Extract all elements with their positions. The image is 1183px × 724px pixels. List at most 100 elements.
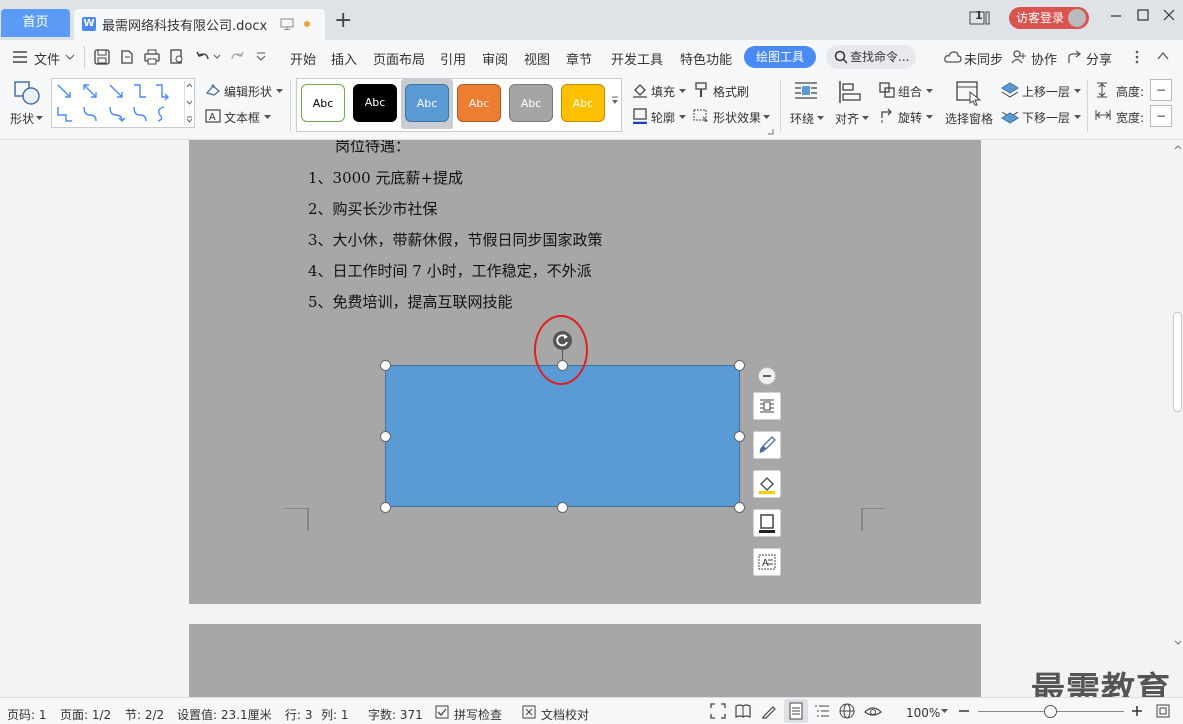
wrap-dropdown-icon[interactable] (817, 116, 824, 121)
print-icon[interactable] (144, 49, 160, 65)
resize-handle-se[interactable] (734, 502, 745, 513)
resize-handle-w[interactable] (380, 431, 391, 442)
group-dropdown-icon[interactable] (926, 89, 933, 94)
shape-effect-icon[interactable] (693, 108, 709, 124)
layout-options-icon[interactable] (753, 392, 781, 420)
format-painter-icon[interactable] (694, 82, 708, 98)
reading-mode-icon[interactable] (735, 703, 751, 719)
proofread-button[interactable]: 文档校对 (541, 706, 589, 723)
status-setting[interactable]: 设置值: 23.1厘米 (177, 706, 272, 723)
rotate-icon[interactable] (879, 108, 895, 124)
bring-forward-dropdown-icon[interactable] (1074, 89, 1081, 94)
page-view-button[interactable] (784, 699, 808, 723)
tab-review[interactable]: 审阅 (482, 49, 508, 68)
text-box-button[interactable]: 文本框 (224, 109, 260, 126)
undo-icon[interactable] (195, 49, 211, 65)
eye-protection-icon[interactable] (864, 703, 882, 719)
group-button[interactable]: 组合 (898, 83, 922, 100)
tab-section[interactable]: 章节 (566, 49, 592, 68)
quick-access-more-icon[interactable] (256, 52, 266, 62)
send-backward-dropdown-icon[interactable] (1074, 115, 1081, 120)
bring-forward-button[interactable]: 上移一层 (1022, 83, 1070, 100)
status-row[interactable]: 行: 3 (285, 706, 313, 723)
zoom-slider-thumb[interactable] (1044, 705, 1057, 718)
share-icon[interactable] (1067, 49, 1083, 65)
spell-check-button[interactable]: 拼写检查 (454, 706, 502, 723)
visitor-login-button[interactable]: 访客登录 (1009, 7, 1089, 29)
minimize-icon[interactable] (1110, 8, 1122, 22)
resize-handle-ne[interactable] (734, 360, 745, 371)
sync-status[interactable]: 未同步 (964, 49, 1003, 68)
resize-handle-sw[interactable] (380, 502, 391, 513)
web-view-icon[interactable] (839, 703, 855, 719)
page-2[interactable] (189, 624, 981, 697)
edit-shape-button[interactable]: 编辑形状 (224, 83, 272, 100)
zoom-out-icon[interactable] (958, 705, 970, 717)
shape-dropdown-icon[interactable] (36, 116, 43, 121)
status-section[interactable]: 节: 2/2 (125, 706, 164, 723)
brush-style-icon[interactable] (753, 431, 781, 459)
vertical-scroll-thumb[interactable] (1173, 312, 1182, 412)
text-wrap-icon[interactable]: A (753, 548, 781, 576)
height-decrement-button[interactable]: − (1150, 79, 1172, 101)
align-icon[interactable] (838, 80, 862, 104)
resize-handle-n[interactable] (557, 360, 568, 371)
selection-pane-button[interactable]: 选择窗格 (945, 110, 993, 127)
rectangle-shape[interactable] (385, 365, 740, 507)
shape-icon[interactable] (13, 80, 41, 106)
outline-icon[interactable] (632, 108, 648, 124)
tab-insert[interactable]: 插入 (331, 49, 357, 68)
width-decrement-button[interactable]: − (1150, 105, 1172, 127)
outline-button[interactable]: 轮廓 (651, 109, 675, 126)
collapse-toolbar-icon[interactable] (758, 367, 776, 385)
collaborate-button[interactable]: 协作 (1031, 49, 1057, 68)
bring-forward-icon[interactable] (1001, 81, 1019, 99)
status-page[interactable]: 页码: 1 (7, 706, 47, 723)
connector-shapes-icon[interactable] (52, 79, 182, 127)
send-backward-button[interactable]: 下移一层 (1022, 109, 1070, 126)
redo-icon[interactable] (229, 49, 245, 65)
outline-view-icon[interactable] (814, 703, 830, 719)
status-word-count[interactable]: 字数: 371 (368, 706, 423, 723)
status-col[interactable]: 列: 1 (321, 706, 349, 723)
spell-check-icon[interactable] (435, 705, 449, 719)
zoom-in-icon[interactable] (1131, 705, 1143, 717)
export-icon[interactable] (119, 49, 135, 65)
rotate-button[interactable]: 旋转 (898, 109, 922, 126)
tab-document[interactable]: W 最需网络科技有限公司.docx (74, 9, 325, 40)
tab-page-layout[interactable]: 页面布局 (373, 49, 425, 68)
shape-gallery[interactable] (51, 78, 195, 128)
edit-shape-dropdown-icon[interactable] (276, 89, 283, 94)
style-preset-2[interactable]: Abc (353, 84, 397, 122)
new-tab-button[interactable]: + (334, 9, 352, 33)
collaborate-icon[interactable] (1011, 49, 1027, 65)
status-pages[interactable]: 页面: 1/2 (60, 706, 111, 723)
cloud-sync-icon[interactable] (944, 50, 962, 64)
style-preset-3[interactable]: Abc (405, 84, 449, 122)
style-preset-5[interactable]: Abc (509, 84, 553, 122)
resize-handle-nw[interactable] (380, 360, 391, 371)
resize-handle-s[interactable] (557, 502, 568, 513)
zoom-level[interactable]: 100% (906, 706, 940, 720)
wrap-button[interactable]: 环绕 (790, 110, 814, 127)
maximize-icon[interactable] (1137, 8, 1149, 22)
wrap-icon[interactable] (794, 80, 818, 104)
shape-button-label[interactable]: 形状 (10, 110, 34, 127)
menu-file[interactable]: 文件 (34, 49, 60, 68)
text-box-dropdown-icon[interactable] (264, 115, 271, 120)
format-painter-button[interactable]: 格式刷 (713, 83, 749, 100)
resize-handle-e[interactable] (734, 431, 745, 442)
gallery-scroll[interactable] (184, 81, 193, 125)
hamburger-icon[interactable] (13, 51, 27, 63)
scroll-up-icon[interactable] (1174, 144, 1182, 150)
collapse-ribbon-icon[interactable] (1157, 51, 1169, 61)
proofread-icon[interactable] (522, 705, 536, 719)
text-box-icon[interactable]: A (205, 109, 221, 123)
fill-color-icon[interactable] (753, 470, 781, 498)
chevron-down-icon[interactable] (65, 53, 75, 61)
save-icon[interactable] (94, 49, 110, 65)
tab-home[interactable]: 首页 (1, 9, 70, 37)
share-button[interactable]: 分享 (1086, 49, 1112, 68)
more-options-icon[interactable] (1135, 49, 1139, 65)
tab-references[interactable]: 引用 (440, 49, 466, 68)
